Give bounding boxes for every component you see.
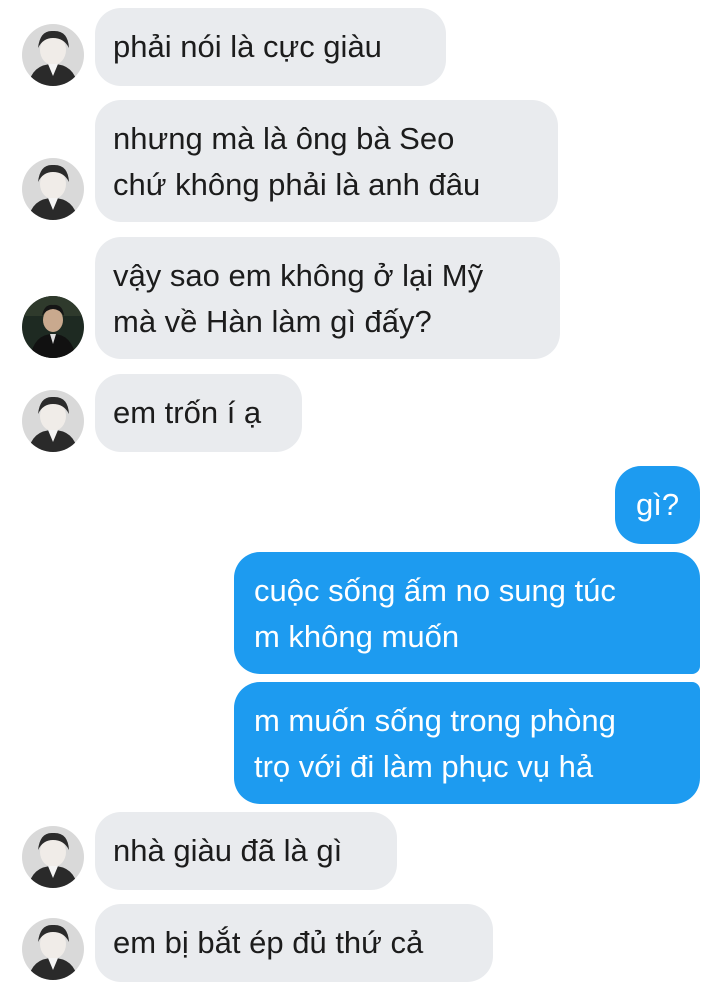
message-bubble[interactable]: cuộc sống ấm no sung túc m không muốn — [234, 552, 700, 674]
message-text: phải nói là cực giàu — [113, 29, 382, 64]
message-text: m muốn sống trong phòng — [254, 703, 616, 738]
message-bubble[interactable]: em trốn í ạ — [95, 374, 302, 452]
message-bubble[interactable]: phải nói là cực giàu — [95, 8, 446, 86]
message-text: vậy sao em không ở lại Mỹ — [113, 258, 484, 293]
message-text: mà về Hàn làm gì đấy? — [113, 304, 432, 339]
message-text: m không muốn — [254, 619, 460, 654]
message-bubble[interactable]: nhà giàu đã là gì — [95, 812, 397, 890]
avatar[interactable] — [22, 158, 84, 220]
message-text: gì? — [636, 487, 680, 522]
avatar[interactable] — [22, 24, 84, 86]
message-bubble[interactable]: vậy sao em không ở lại Mỹ mà về Hàn làm … — [95, 237, 560, 359]
message-bubble[interactable]: m muốn sống trong phòng trọ với đi làm p… — [234, 682, 700, 804]
message-text: chứ không phải là anh đâu — [113, 167, 481, 202]
message-text: cuộc sống ấm no sung túc — [254, 573, 616, 608]
avatar[interactable] — [22, 296, 84, 358]
avatar[interactable] — [22, 390, 84, 452]
avatar[interactable] — [22, 826, 84, 888]
message-text: trọ với đi làm phục vụ hả — [254, 749, 594, 784]
message-text: em trốn í ạ — [113, 395, 262, 430]
message-text: em bị bắt ép đủ thứ cả — [113, 925, 424, 960]
message-text: nhà giàu đã là gì — [113, 833, 343, 868]
message-bubble[interactable]: em bị bắt ép đủ thứ cả — [95, 904, 493, 982]
message-bubble[interactable]: gì? — [615, 466, 700, 544]
avatar[interactable] — [22, 918, 84, 980]
message-bubble[interactable]: nhưng mà là ông bà Seo chứ không phải là… — [95, 100, 558, 222]
message-text: nhưng mà là ông bà Seo — [113, 121, 455, 156]
